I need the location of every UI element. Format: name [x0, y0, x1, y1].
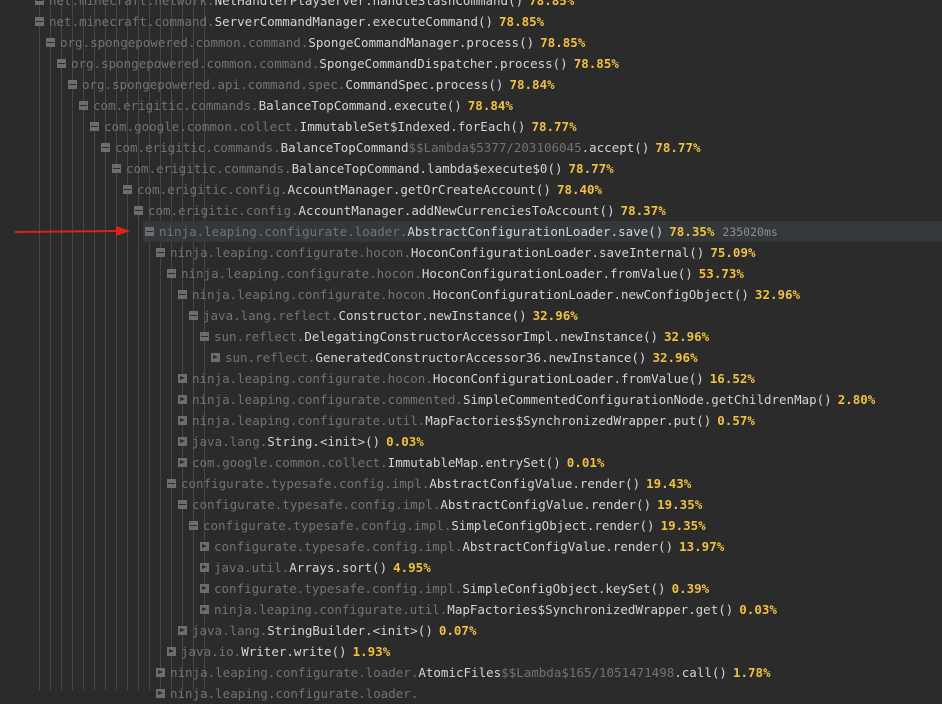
red-arrow-annotation: [14, 226, 130, 236]
expand-toggle-icon[interactable]: [156, 689, 165, 698]
